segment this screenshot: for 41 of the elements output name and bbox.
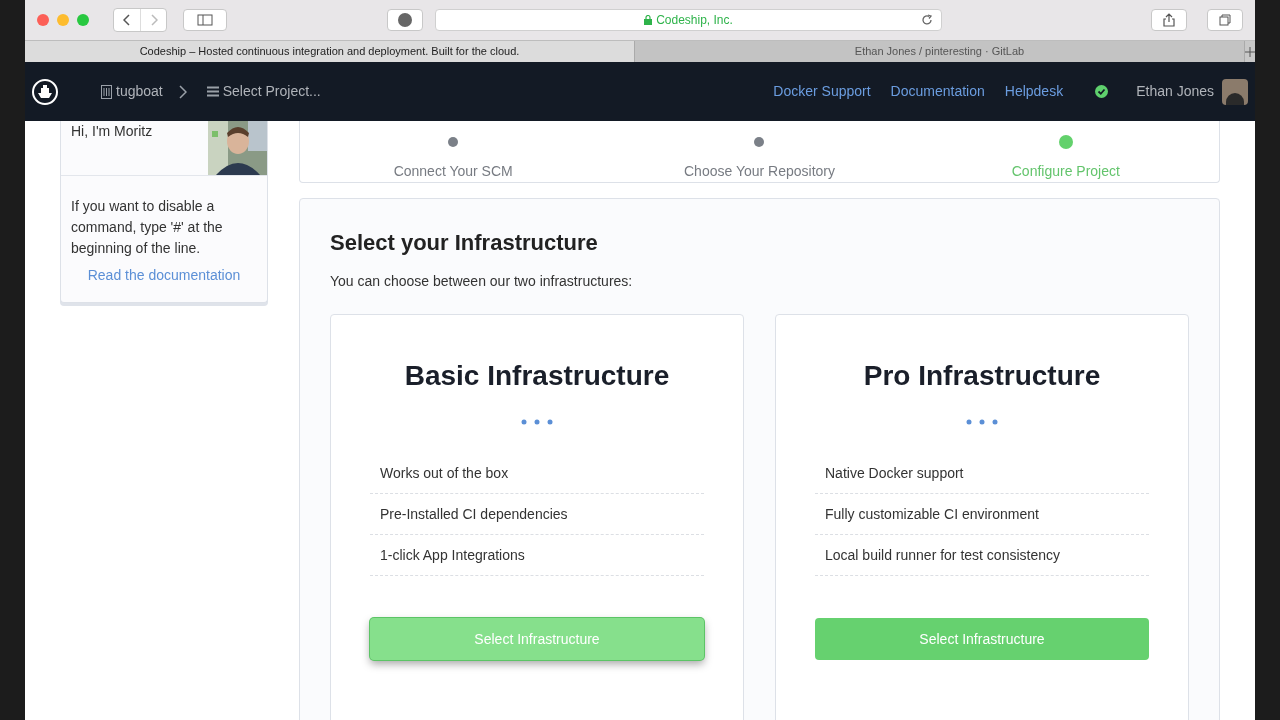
maximize-window-icon[interactable] (77, 14, 89, 26)
feature-item: Fully customizable CI environment (815, 494, 1149, 535)
reload-icon[interactable] (921, 14, 933, 26)
chevron-right-icon (178, 84, 187, 99)
browser-tab[interactable]: Codeship – Hosted continuous integration and deployment. Built for the cloud. (25, 41, 635, 62)
nav-link[interactable]: Documentation (890, 81, 985, 102)
sidebar-icon[interactable] (183, 9, 227, 31)
greeting: Hi, I'm Moritz (71, 122, 153, 141)
step-label[interactable]: Connect Your SCM (393, 161, 513, 182)
section-subtitle: You can choose between our two infrastructures: (330, 272, 634, 291)
ship-logo-icon[interactable] (32, 78, 58, 105)
check-circle-icon (1095, 85, 1109, 98)
share-icon[interactable] (1151, 9, 1187, 31)
feature-item: Local build runner for test consistency (815, 535, 1149, 576)
feature-item: Native Docker support (815, 453, 1149, 494)
section-title: Select your Infrastructure (330, 229, 599, 257)
nav-link[interactable]: Docker Support (773, 81, 871, 102)
ellipsis-icon (521, 419, 553, 425)
project-select[interactable]: Select Project... (222, 81, 321, 102)
address-bar[interactable]: Codeship, Inc. (435, 9, 942, 31)
step-label[interactable]: Choose Your Repository (684, 161, 835, 182)
tabs-icon[interactable] (1207, 9, 1243, 31)
card-title: Basic Infrastructure (404, 359, 670, 393)
feature-item: Pre-Installed CI dependencies (370, 494, 704, 535)
close-window-icon[interactable] (37, 14, 49, 26)
extension-icon[interactable] (387, 9, 423, 31)
user-name[interactable]: Ethan Jones (1136, 81, 1214, 102)
nav-link[interactable]: Helpdesk (1004, 81, 1064, 102)
ellipsis-icon (966, 419, 998, 425)
organization-link[interactable]: tugboat (116, 81, 163, 102)
feature-item: 1-click App Integrations (370, 535, 704, 576)
documentation-link[interactable]: Read the documentation (71, 265, 257, 286)
menu-icon (206, 86, 219, 97)
tip-text: If you want to disable a command, type '#' at the beginning of the line. (71, 197, 224, 258)
browser-tab[interactable]: Ethan Jones / pinteresting · GitLab (635, 41, 1245, 62)
avatar-icon[interactable] (1222, 78, 1248, 105)
minimize-window-icon[interactable] (57, 14, 69, 26)
card-title: Pro Infrastructure (863, 359, 1101, 393)
building-icon (101, 84, 112, 99)
lock-icon (644, 15, 653, 25)
feature-item: Works out of the box (370, 453, 704, 494)
